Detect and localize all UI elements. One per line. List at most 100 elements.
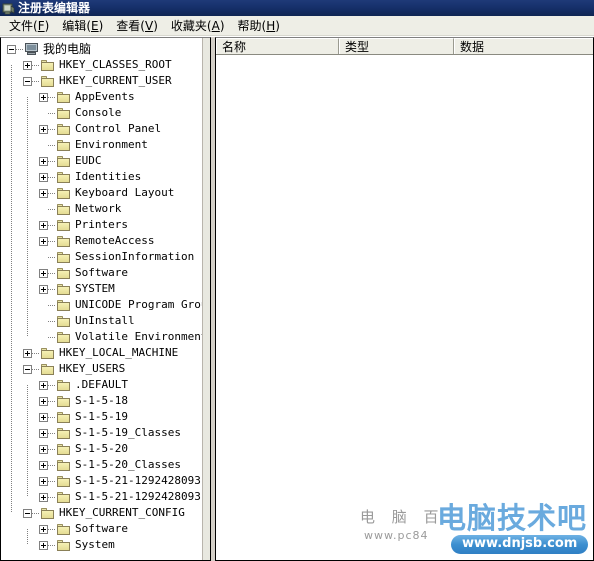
tree-item-label: HKEY_CLASSES_ROOT (59, 58, 172, 71)
tree-item-label: .DEFAULT (75, 378, 128, 391)
tree-connector-line (48, 112, 56, 114)
tree-item[interactable]: HKEY_CLASSES_ROOT (1, 57, 204, 73)
tree-item[interactable]: S-1-5-21-1292428093-11 (1, 489, 204, 505)
tree-connector-line (48, 96, 56, 98)
tree-item-label: Network (75, 202, 122, 215)
tree-item[interactable]: S-1-5-21-1292428093-11 (1, 473, 204, 489)
folder-icon (40, 75, 56, 88)
menu-help[interactable]: 帮助(H) (234, 17, 289, 35)
expand-plus-icon[interactable] (39, 92, 48, 102)
tree-item[interactable]: System (1, 537, 204, 553)
menu-edit[interactable]: 编辑(E) (58, 17, 112, 35)
folder-icon (56, 155, 72, 168)
expand-plus-icon[interactable] (39, 172, 48, 182)
tree-item[interactable]: S-1-5-19 (1, 409, 204, 425)
tree-item[interactable]: SYSTEM (1, 281, 204, 297)
menu-file[interactable]: 文件(F) (5, 17, 58, 35)
expand-plus-icon[interactable] (39, 188, 48, 198)
expand-plus-icon[interactable] (39, 540, 48, 550)
tree-item-label: S-1-5-19_Classes (75, 426, 181, 439)
tree-connector-line (48, 176, 56, 178)
expand-plus-icon[interactable] (39, 476, 48, 486)
tree-item[interactable]: HKEY_LOCAL_MACHINE (1, 345, 204, 361)
expand-plus-icon[interactable] (23, 60, 32, 70)
expand-plus-icon[interactable] (39, 444, 48, 454)
tree-item[interactable]: HKEY_CURRENT_CONFIG (1, 505, 204, 521)
collapse-minus-icon[interactable] (7, 44, 16, 54)
tree-item[interactable]: Volatile Environment (1, 329, 204, 345)
expand-plus-icon[interactable] (39, 492, 48, 502)
expand-plus-icon[interactable] (39, 460, 48, 470)
collapse-minus-icon[interactable] (23, 364, 32, 374)
menu-view[interactable]: 查看(V) (112, 17, 167, 35)
tree-item[interactable]: Environment (1, 137, 204, 153)
column-header-type[interactable]: 类型 (339, 38, 454, 54)
tree-item-label: HKEY_LOCAL_MACHINE (59, 346, 179, 359)
column-header-name[interactable]: 名称 (216, 38, 339, 54)
tree-item-label: UnInstall (75, 314, 135, 327)
tree-connector-line (48, 416, 56, 418)
expand-plus-icon[interactable] (23, 348, 32, 358)
tree-item[interactable]: S-1-5-20 (1, 441, 204, 457)
tree-item-label: System (75, 538, 115, 551)
tree-item-label: Control Panel (75, 122, 162, 135)
tree-item[interactable]: Software (1, 521, 204, 537)
tree-item[interactable]: S-1-5-18 (1, 393, 204, 409)
tree-item[interactable]: HKEY_USERS (1, 361, 204, 377)
tree-connector-line (48, 464, 56, 466)
tree-item[interactable]: UNICODE Program Groups (1, 297, 204, 313)
expand-plus-icon[interactable] (39, 124, 48, 134)
tree-connector-line (48, 432, 56, 434)
tree-item[interactable]: Network (1, 201, 204, 217)
tree-item[interactable]: UnInstall (1, 313, 204, 329)
registry-tree[interactable]: 我的电脑 HKEY_CLASSES_ROOT HKEY_CURRENT_USER Ap… (1, 38, 204, 560)
tree-item[interactable]: RemoteAccess (1, 233, 204, 249)
tree-item[interactable]: S-1-5-19_Classes (1, 425, 204, 441)
folder-icon (56, 139, 72, 152)
expand-plus-icon[interactable] (39, 156, 48, 166)
tree-item-label: Software (75, 266, 128, 279)
expand-plus-icon[interactable] (39, 268, 48, 278)
values-list-body[interactable] (216, 55, 593, 560)
tree-connector-line (48, 208, 56, 210)
tree-item[interactable]: EUDC (1, 153, 204, 169)
tree-item[interactable]: Console (1, 105, 204, 121)
collapse-minus-icon[interactable] (23, 508, 32, 518)
expand-plus-icon[interactable] (39, 428, 48, 438)
expand-plus-icon[interactable] (39, 236, 48, 246)
tree-item-label: Environment (75, 138, 148, 151)
expand-plus-icon[interactable] (39, 524, 48, 534)
folder-icon (56, 299, 72, 312)
tree-item[interactable]: Identities (1, 169, 204, 185)
tree-item[interactable]: SessionInformation (1, 249, 204, 265)
tree-item[interactable]: Control Panel (1, 121, 204, 137)
column-header-data[interactable]: 数据 (454, 38, 593, 54)
expand-plus-icon[interactable] (39, 220, 48, 230)
collapse-minus-icon[interactable] (23, 76, 32, 86)
tree-item[interactable]: Software (1, 265, 204, 281)
tree-item-label: Identities (75, 170, 142, 183)
expand-plus-icon[interactable] (39, 284, 48, 294)
expand-plus-icon[interactable] (39, 380, 48, 390)
tree-connector-line (48, 192, 56, 194)
menu-favorites[interactable]: 收藏夹(A) (167, 17, 234, 35)
tree-item[interactable]: S-1-5-20_Classes (1, 457, 204, 473)
folder-icon (40, 347, 56, 360)
tree-item[interactable]: Printers (1, 217, 204, 233)
folder-icon (56, 283, 72, 296)
tree-connector-line (48, 528, 56, 530)
tree-item[interactable]: Keyboard Layout (1, 185, 204, 201)
tree-connector-line (48, 448, 56, 450)
tree-item-label: S-1-5-18 (75, 394, 128, 407)
tree-item-label: HKEY_CURRENT_USER (59, 74, 172, 87)
expand-plus-icon[interactable] (39, 412, 48, 422)
tree-connector-line (48, 544, 56, 546)
expand-plus-icon[interactable] (39, 396, 48, 406)
tree-item[interactable]: AppEvents (1, 89, 204, 105)
registry-editor-icon (2, 2, 15, 15)
tree-connector-line (48, 304, 56, 306)
tree-item[interactable]: HKEY_CURRENT_USER (1, 73, 204, 89)
tree-item[interactable]: .DEFAULT (1, 377, 204, 393)
tree-item[interactable]: 我的电脑 (1, 41, 204, 57)
tree-vertical-scrollbar[interactable] (202, 38, 210, 560)
